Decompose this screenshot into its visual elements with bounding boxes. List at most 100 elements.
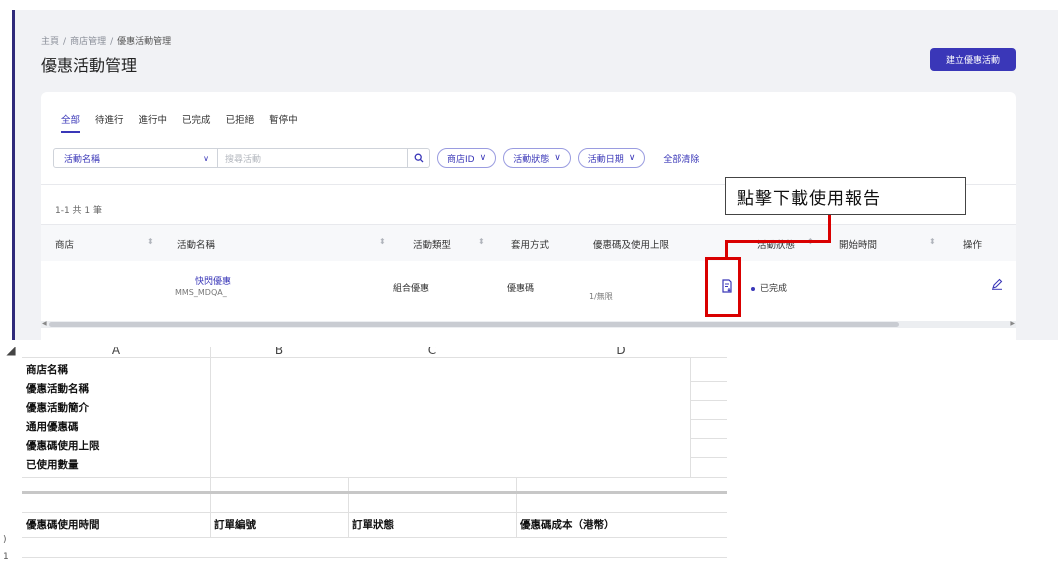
shop-id-filter[interactable]: 商店ID ∨: [437, 148, 497, 168]
gridline: [22, 477, 727, 478]
gridline: [690, 400, 727, 401]
callout-pointer: [725, 240, 830, 243]
date-filter-label: 活動日期: [587, 154, 624, 165]
column-header-c[interactable]: C: [348, 347, 516, 357]
column-header-b[interactable]: B: [210, 347, 348, 357]
col-start-time: 開始時間: [839, 240, 878, 251]
breadcrumb-current: 優惠活動管理: [117, 37, 172, 47]
search-field-select-value: 活動名稱: [64, 154, 101, 165]
edit-button[interactable]: [991, 278, 1003, 293]
breadcrumb-separator: /: [110, 37, 114, 47]
scroll-left-icon[interactable]: ◀: [42, 320, 47, 327]
breadcrumb-shop[interactable]: 商店管理: [70, 37, 106, 47]
gridline: [210, 347, 211, 537]
section-divider: [22, 491, 727, 494]
col-shop: 商店: [55, 240, 75, 251]
callout-pointer: [828, 215, 831, 243]
status-badge: 已完成: [760, 284, 788, 294]
chevron-down-icon: ∨: [203, 153, 209, 163]
sheet-cell[interactable]: 優惠碼使用上限: [26, 438, 100, 453]
col-campaign-type: 活動類型: [413, 240, 452, 251]
gridline: [690, 381, 727, 382]
status-filter[interactable]: 活動狀態 ∨: [503, 148, 571, 168]
gridline: [516, 477, 517, 537]
sheet-cell[interactable]: 優惠碼使用時間: [26, 517, 100, 532]
breadcrumb: 主頁 / 商店管理 / 優惠活動管理: [41, 34, 171, 47]
sheet-cell[interactable]: 已使用數量: [26, 457, 79, 472]
tab-paused[interactable]: 暫停中: [269, 112, 298, 133]
sheet-cell[interactable]: 優惠活動簡介: [26, 400, 89, 415]
campaign-code: MMS_MDQA_: [175, 288, 227, 297]
search-input[interactable]: 搜尋活動: [218, 148, 408, 168]
edit-pencil-icon: [992, 278, 1003, 290]
sort-icon[interactable]: ⬍: [379, 237, 386, 246]
campaign-type: 組合優惠: [393, 284, 430, 294]
campaign-list-card: 全部 待進行 進行中 已完成 已拒絕 暫停中 活動名稱 ∨ 搜尋活動 商店ID ∨…: [41, 92, 1016, 340]
column-header-a[interactable]: A: [22, 347, 210, 357]
gridline: [690, 438, 727, 439]
chevron-down-icon: ∨: [628, 153, 636, 163]
download-icon-highlight: [705, 257, 741, 317]
clear-all-link[interactable]: 全部清除: [663, 152, 699, 165]
sort-icon[interactable]: ⬍: [478, 237, 485, 246]
tab-completed[interactable]: 已完成: [182, 112, 211, 133]
chevron-down-icon: ∨: [479, 153, 487, 163]
report-spreadsheet: ◢ A B C D 商店名稱 優惠活動名稱 優惠活動簡介 通用優惠碼 優惠碼使用…: [0, 347, 730, 567]
gridline: [348, 477, 349, 537]
search-button[interactable]: [408, 148, 430, 168]
status-filter-label: 活動狀態: [513, 154, 550, 165]
gridline: [22, 512, 727, 513]
campaign-name-link[interactable]: 快閃優惠: [195, 274, 231, 287]
sheet-cell[interactable]: 通用優惠碼: [26, 419, 79, 434]
column-header-d[interactable]: D: [516, 347, 726, 357]
result-count: 1-1 共 1 筆: [55, 206, 103, 216]
row-number[interactable]: ): [3, 535, 7, 545]
sheet-cell[interactable]: 訂單編號: [214, 517, 256, 532]
create-campaign-button[interactable]: 建立優惠活動: [930, 48, 1016, 71]
gridline: [22, 537, 727, 538]
search-icon: [414, 153, 423, 163]
shop-id-filter-label: 商店ID: [447, 154, 475, 165]
sheet-cell[interactable]: 訂單狀態: [352, 517, 394, 532]
status-cell: 已完成: [751, 281, 787, 294]
sheet-cell[interactable]: 優惠碼成本（港幣）: [520, 517, 615, 532]
tab-ongoing[interactable]: 進行中: [139, 112, 168, 133]
tab-pending[interactable]: 待進行: [95, 112, 124, 133]
row-number[interactable]: 1: [3, 552, 9, 562]
status-tabs: 全部 待進行 進行中 已完成 已拒絕 暫停中: [61, 112, 298, 133]
callout-pointer: [725, 240, 728, 258]
col-apply-method: 套用方式: [511, 240, 550, 251]
sort-icon[interactable]: ⬍: [147, 237, 154, 246]
table-row: 快閃優惠 MMS_MDQA_ 組合優惠 優惠碼 1/無限 已完成: [41, 261, 1016, 317]
campaign-admin-panel: 主頁 / 商店管理 / 優惠活動管理 優惠活動管理 建立優惠活動 全部 待進行 進行中 …: [12, 10, 1058, 340]
sheet-cell[interactable]: 商店名稱: [26, 362, 68, 377]
tab-all[interactable]: 全部: [61, 112, 81, 133]
breadcrumb-home[interactable]: 主頁: [41, 37, 59, 47]
gridline: [22, 557, 727, 558]
tab-rejected[interactable]: 已拒絕: [226, 112, 255, 133]
gridline: [690, 357, 691, 477]
chevron-down-icon: ∨: [554, 153, 561, 163]
scrollbar-thumb[interactable]: [49, 322, 899, 327]
sheet-cell[interactable]: 優惠活動名稱: [26, 381, 89, 396]
search-field-select[interactable]: 活動名稱 ∨: [53, 148, 218, 168]
gridline: [690, 419, 727, 420]
status-dot: [751, 286, 755, 291]
col-code-limit: 優惠碼及使用上限: [593, 240, 670, 251]
scroll-right-icon[interactable]: ▶: [1010, 320, 1015, 327]
gridline: [22, 357, 727, 358]
app-root: 主頁 / 商店管理 / 優惠活動管理 優惠活動管理 建立優惠活動 全部 待進行 進行中 …: [0, 0, 1062, 567]
horizontal-scrollbar[interactable]: ◀ ▶: [41, 320, 1016, 328]
breadcrumb-separator: /: [63, 37, 67, 47]
apply-method: 優惠碼: [507, 284, 535, 294]
select-all-corner[interactable]: ◢: [0, 347, 22, 357]
download-report-callout: 點擊下載使用報告: [725, 177, 966, 215]
filter-row: 活動名稱 ∨ 搜尋活動 商店ID ∨ 活動狀態 ∨ 活動日期 ∨ 全部清除: [53, 148, 699, 168]
page-title: 優惠活動管理: [41, 56, 138, 75]
col-actions: 操作: [963, 240, 983, 251]
code-limit: 1/無限: [589, 292, 613, 301]
date-filter[interactable]: 活動日期 ∨: [577, 148, 646, 168]
sort-icon[interactable]: ⬍: [929, 237, 936, 246]
table-header: 商店 ⬍ 活動名稱 ⬍ 活動類型 ⬍ 套用方式 優惠碼及使用上限 活動狀態 ⬍ …: [41, 225, 1016, 261]
gridline: [690, 457, 727, 458]
